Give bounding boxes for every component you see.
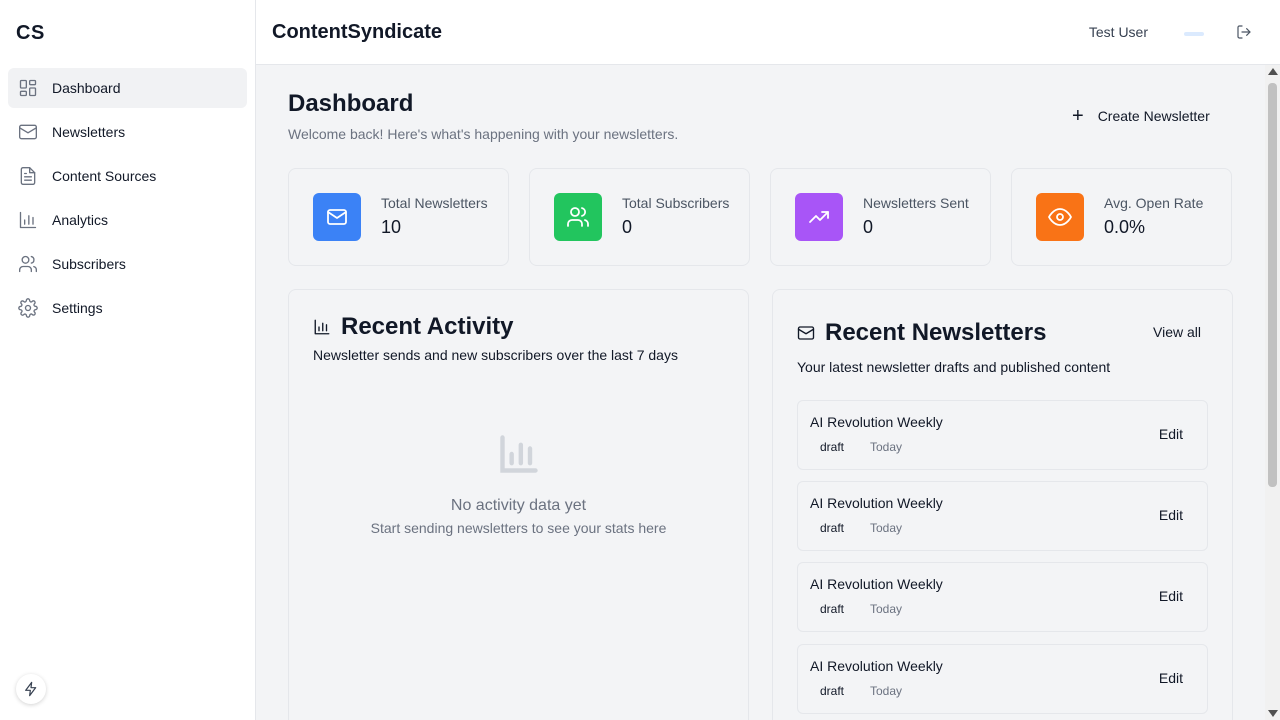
edit-button[interactable]: Edit xyxy=(1159,426,1183,442)
sidebar-item-settings[interactable]: Settings xyxy=(8,288,247,328)
panel-title-text: Recent Activity xyxy=(341,313,514,340)
gear-icon xyxy=(18,298,38,318)
stat-card-avg-open-rate: Avg. Open Rate 0.0% xyxy=(1011,168,1232,266)
status-badge: draft xyxy=(820,521,845,535)
sidebar-item-label: Subscribers xyxy=(52,256,126,272)
sidebar-item-newsletters[interactable]: Newsletters xyxy=(8,112,247,152)
sidebar-item-label: Settings xyxy=(52,300,103,316)
recent-newsletters-panel: Recent Newsletters View all Your latest … xyxy=(772,289,1233,720)
eye-icon xyxy=(1036,193,1084,241)
sidebar-item-analytics[interactable]: Analytics xyxy=(8,200,247,240)
sidebar: CS Dashboard Newsletters Content Sources… xyxy=(0,0,256,720)
create-newsletter-button[interactable]: + Create Newsletter xyxy=(1060,100,1226,132)
recent-newsletters-title: Recent Newsletters xyxy=(797,319,1046,347)
brand-logo[interactable]: CS xyxy=(16,22,45,45)
recent-activity-title: Recent Activity xyxy=(313,313,514,341)
edit-button[interactable]: Edit xyxy=(1159,670,1183,686)
newsletter-title: AI Revolution Weekly xyxy=(810,495,943,511)
stat-label: Newsletters Sent xyxy=(863,195,969,211)
newsletter-list-item[interactable]: AI Revolution Weekly draft Today Edit xyxy=(797,644,1208,714)
newsletter-list-item[interactable]: AI Revolution Weekly draft Today Edit xyxy=(797,562,1208,632)
newsletter-title: AI Revolution Weekly xyxy=(810,414,943,430)
stat-label: Total Newsletters xyxy=(381,195,488,211)
scroll-up-arrow[interactable] xyxy=(1268,68,1278,75)
mail-icon xyxy=(18,122,38,142)
bar-chart-icon xyxy=(497,432,541,476)
recent-activity-panel: Recent Activity Newsletter sends and new… xyxy=(288,289,749,720)
dashboard-icon xyxy=(18,78,38,98)
sidebar-item-dashboard[interactable]: Dashboard xyxy=(8,68,247,108)
status-badge: draft xyxy=(820,602,845,616)
plus-icon: + xyxy=(1072,105,1084,127)
newsletter-date: Today xyxy=(870,602,903,616)
recent-activity-subtitle: Newsletter sends and new subscribers ove… xyxy=(313,347,678,363)
page-subtitle: Welcome back! Here's what's happening wi… xyxy=(288,126,679,142)
sidebar-item-label: Newsletters xyxy=(52,124,126,140)
scroll-down-arrow[interactable] xyxy=(1268,710,1278,717)
logout-button[interactable] xyxy=(1236,24,1252,40)
view-all-link[interactable]: View all xyxy=(1153,324,1201,340)
stat-value: 10 xyxy=(381,217,402,237)
users-icon xyxy=(554,193,602,241)
stat-label: Avg. Open Rate xyxy=(1104,195,1204,211)
stat-card-total-subscribers: Total Subscribers 0 xyxy=(529,168,750,266)
bar-chart-icon xyxy=(18,210,38,230)
edit-button[interactable]: Edit xyxy=(1159,507,1183,523)
newsletter-date: Today xyxy=(870,521,903,535)
sidebar-item-label: Dashboard xyxy=(52,80,121,96)
recent-newsletters-subtitle: Your latest newsletter drafts and publis… xyxy=(797,359,1111,375)
app-title: ContentSyndicate xyxy=(272,21,443,43)
empty-state-subtitle: Start sending newsletters to see your st… xyxy=(370,520,667,536)
stat-card-newsletters-sent: Newsletters Sent 0 xyxy=(770,168,991,266)
stat-label: Total Subscribers xyxy=(622,195,730,211)
sidebar-item-label: Analytics xyxy=(52,212,109,228)
newsletter-list-item[interactable]: AI Revolution Weekly draft Today Edit xyxy=(797,481,1208,551)
bar-chart-icon xyxy=(313,318,331,336)
stat-card-total-newsletters: Total Newsletters 10 xyxy=(288,168,509,266)
create-newsletter-label: Create Newsletter xyxy=(1097,108,1210,124)
trending-up-icon xyxy=(795,193,843,241)
users-icon xyxy=(18,254,38,274)
newsletter-date: Today xyxy=(870,440,903,454)
status-badge: draft xyxy=(820,440,845,454)
document-icon xyxy=(18,166,38,186)
user-name[interactable]: Test User xyxy=(1089,24,1148,40)
stat-value: 0 xyxy=(622,217,633,237)
mail-icon xyxy=(313,193,361,241)
sidebar-item-content-sources[interactable]: Content Sources xyxy=(8,156,247,196)
newsletter-date: Today xyxy=(870,684,903,698)
scroll-thumb[interactable] xyxy=(1268,83,1277,487)
newsletter-title: AI Revolution Weekly xyxy=(810,658,943,674)
user-badge xyxy=(1184,32,1204,36)
main-scrollbar[interactable] xyxy=(1265,65,1280,720)
sidebar-item-label: Content Sources xyxy=(52,168,157,184)
empty-state-title: No activity data yet xyxy=(450,497,587,514)
sidebar-item-subscribers[interactable]: Subscribers xyxy=(8,244,247,284)
page-title: Dashboard xyxy=(288,90,414,117)
stat-value: 0 xyxy=(863,217,874,237)
dev-tools-button[interactable] xyxy=(16,674,46,704)
stat-value: 0.0% xyxy=(1104,217,1146,237)
logout-icon xyxy=(1236,24,1252,40)
sidebar-nav: Dashboard Newsletters Content Sources An… xyxy=(8,68,247,332)
top-header: ContentSyndicate Test User xyxy=(256,0,1280,65)
status-badge: draft xyxy=(820,684,845,698)
panel-title-text: Recent Newsletters xyxy=(825,319,1047,346)
newsletter-title: AI Revolution Weekly xyxy=(810,576,943,592)
mail-icon xyxy=(797,324,815,342)
bolt-icon xyxy=(23,681,39,697)
edit-button[interactable]: Edit xyxy=(1159,588,1183,604)
newsletter-list-item[interactable]: AI Revolution Weekly draft Today Edit xyxy=(797,400,1208,470)
